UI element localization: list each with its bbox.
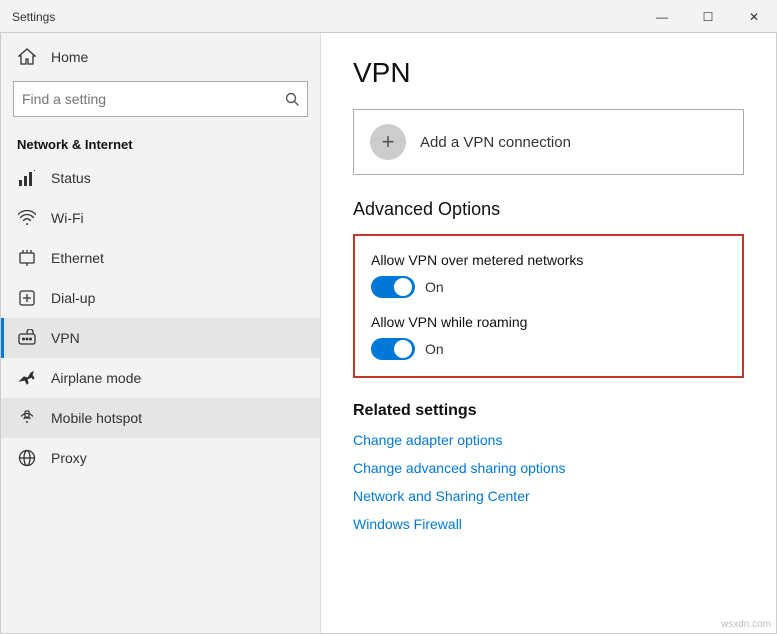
sidebar-item-vpn[interactable]: VPN	[1, 318, 320, 358]
airplane-icon	[17, 368, 37, 388]
option2-label: Allow VPN while roaming	[371, 314, 726, 330]
toggle-row-2: On	[371, 338, 726, 360]
home-icon	[17, 47, 37, 67]
ethernet-label: Ethernet	[51, 250, 104, 266]
advanced-options-box: Allow VPN over metered networks On Allow…	[353, 234, 744, 378]
vpn-label: VPN	[51, 330, 80, 346]
wifi-icon	[17, 208, 37, 228]
status-label: Status	[51, 170, 91, 186]
advanced-options-title: Advanced Options	[353, 199, 744, 220]
plus-icon: +	[370, 124, 406, 160]
dialup-label: Dial-up	[51, 290, 95, 306]
toggle-metered[interactable]	[371, 276, 415, 298]
wifi-label: Wi-Fi	[51, 210, 84, 226]
toggle-row-1: On	[371, 276, 726, 298]
airplane-label: Airplane mode	[51, 370, 141, 386]
toggle-roaming[interactable]	[371, 338, 415, 360]
related-link-adapter[interactable]: Change adapter options	[353, 432, 744, 448]
sidebar-item-status[interactable]: Status	[1, 158, 320, 198]
dialup-icon	[17, 288, 37, 308]
watermark: wsxdn.com	[721, 619, 771, 630]
toggle-knob-2	[394, 340, 412, 358]
page-title: VPN	[353, 57, 744, 89]
related-settings-title: Related settings	[353, 402, 744, 420]
related-link-firewall[interactable]: Windows Firewall	[353, 516, 744, 532]
sidebar-item-hotspot[interactable]: Mobile hotspot	[1, 398, 320, 438]
sidebar-item-dialup[interactable]: Dial-up	[1, 278, 320, 318]
sidebar: Home Network & Internet	[1, 33, 321, 633]
sidebar-item-ethernet[interactable]: Ethernet	[1, 238, 320, 278]
related-link-sharing-center[interactable]: Network and Sharing Center	[353, 488, 744, 504]
search-icon	[285, 92, 299, 106]
sidebar-item-airplane[interactable]: Airplane mode	[1, 358, 320, 398]
sidebar-item-wifi[interactable]: Wi-Fi	[1, 198, 320, 238]
home-label: Home	[51, 49, 88, 65]
status-icon	[17, 168, 37, 188]
titlebar-controls: — ☐ ✕	[639, 1, 777, 33]
vpn-icon	[17, 328, 37, 348]
close-button[interactable]: ✕	[731, 1, 777, 33]
titlebar: Settings — ☐ ✕	[0, 0, 777, 32]
app-container: Home Network & Internet	[0, 32, 777, 634]
ethernet-icon	[17, 248, 37, 268]
section-label: Network & Internet	[1, 129, 320, 158]
main-content: VPN + Add a VPN connection Advanced Opti…	[321, 33, 776, 633]
toggle-knob-1	[394, 278, 412, 296]
toggle1-status: On	[425, 279, 444, 295]
proxy-icon	[17, 448, 37, 468]
related-link-sharing[interactable]: Change advanced sharing options	[353, 460, 744, 476]
hotspot-label: Mobile hotspot	[51, 410, 142, 426]
toggle2-status: On	[425, 341, 444, 357]
add-vpn-button[interactable]: + Add a VPN connection	[353, 109, 744, 175]
add-vpn-label: Add a VPN connection	[420, 134, 571, 151]
option-roaming: Allow VPN while roaming On	[371, 314, 726, 360]
sidebar-item-home[interactable]: Home	[1, 33, 320, 81]
option1-label: Allow VPN over metered networks	[371, 252, 726, 268]
minimize-button[interactable]: —	[639, 1, 685, 33]
option-metered-networks: Allow VPN over metered networks On	[371, 252, 726, 298]
search-input[interactable]	[22, 91, 281, 107]
hotspot-icon	[17, 408, 37, 428]
search-box[interactable]	[13, 81, 308, 117]
proxy-label: Proxy	[51, 450, 87, 466]
maximize-button[interactable]: ☐	[685, 1, 731, 33]
sidebar-item-proxy[interactable]: Proxy	[1, 438, 320, 478]
titlebar-title: Settings	[12, 10, 55, 24]
